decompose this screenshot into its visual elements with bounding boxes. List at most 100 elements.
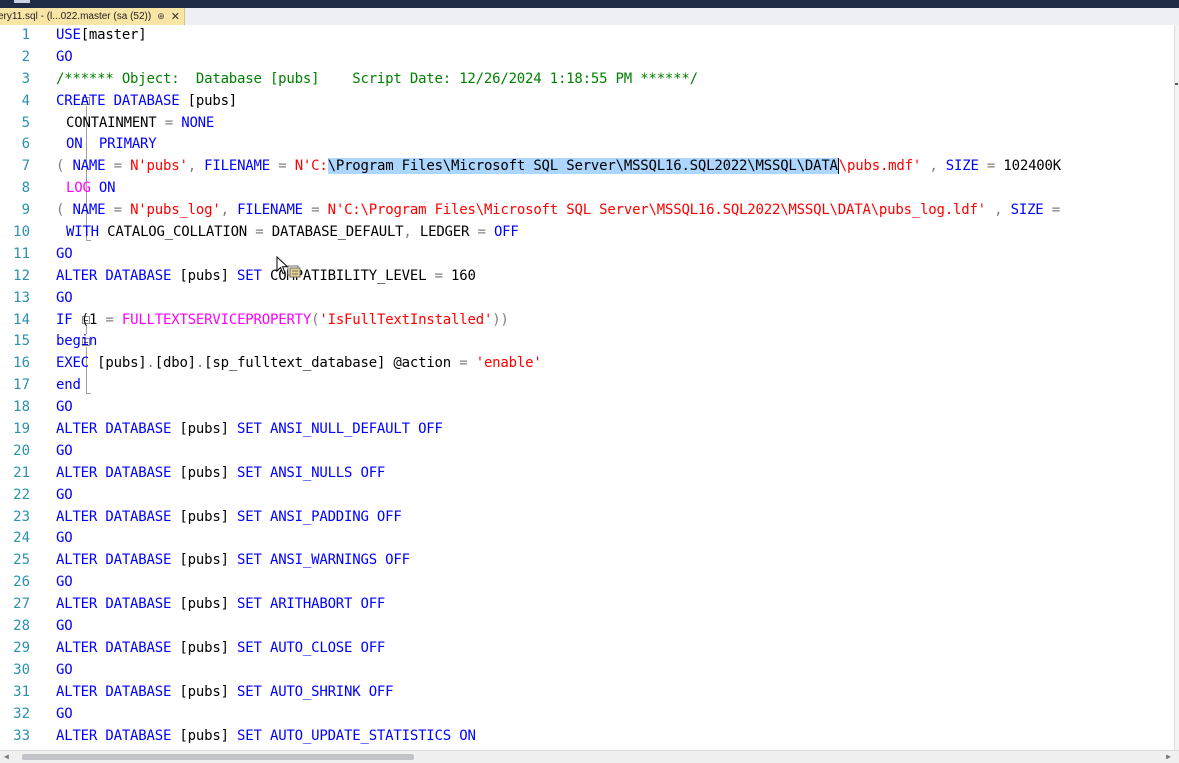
code-line[interactable]: USE[master] bbox=[56, 25, 1179, 47]
line-number: 5 bbox=[21, 114, 30, 131]
code-token: GO bbox=[56, 661, 73, 678]
line-number: 19 bbox=[13, 421, 30, 438]
code-line[interactable]: CONTAINMENT = NONE bbox=[56, 113, 1179, 135]
query-editor[interactable]: 1 2 3 4 5 6 7 8 9 10 11 12 13 14 15 16 17 18 19 20 21 22 23 24 2… bbox=[0, 25, 1179, 750]
line-number: 9 bbox=[21, 202, 30, 219]
code-token: 1 bbox=[88, 311, 106, 328]
code-line[interactable]: ALTER DATABASE [pubs] SET COMPATIBILITY_… bbox=[56, 266, 1179, 288]
line-number: 28 bbox=[13, 618, 30, 635]
code-line[interactable]: GO bbox=[56, 441, 1179, 463]
code-line[interactable]: CREATE DATABASE [pubs] bbox=[56, 91, 1179, 113]
code-token: = bbox=[477, 224, 486, 241]
code-line[interactable]: ON PRIMARY bbox=[56, 134, 1179, 156]
code-token: = bbox=[105, 202, 131, 219]
code-line[interactable]: GO bbox=[56, 397, 1179, 419]
code-token: NAME bbox=[72, 158, 106, 175]
pin-icon[interactable]: ⊕ bbox=[157, 11, 165, 22]
line-number: 25 bbox=[13, 552, 30, 569]
code-token: end bbox=[56, 377, 81, 394]
code-token: , bbox=[403, 224, 420, 241]
code-line[interactable]: GO bbox=[56, 660, 1179, 682]
code-token: N'C:\Program Files\Microsoft SQL Server\… bbox=[327, 202, 987, 219]
code-token: = bbox=[164, 114, 173, 131]
code-token: 102400K bbox=[1003, 158, 1061, 175]
line-number: 20 bbox=[13, 442, 30, 459]
outline-margin bbox=[38, 25, 91, 750]
line-number: 2 bbox=[21, 48, 30, 65]
code-token: N'pubs' bbox=[130, 158, 188, 175]
code-line[interactable]: IF (1 = FULLTEXTSERVICEPROPERTY('IsFullT… bbox=[56, 310, 1179, 332]
code-line[interactable]: WITH CATALOG_COLLATION = DATABASE_DEFAUL… bbox=[56, 222, 1179, 244]
close-icon[interactable]: ✕ bbox=[171, 10, 180, 23]
code-line[interactable]: GO bbox=[56, 244, 1179, 266]
code-token: = bbox=[302, 202, 328, 219]
horizontal-scroll-thumb[interactable] bbox=[22, 754, 414, 760]
code-line[interactable]: GO bbox=[56, 528, 1179, 550]
code-token: begin bbox=[56, 333, 98, 350]
code-line[interactable]: end bbox=[56, 375, 1179, 397]
code-token: N'pubs_log' bbox=[130, 202, 221, 219]
vertical-scrollbar[interactable] bbox=[1174, 25, 1179, 750]
line-number: 33 bbox=[13, 727, 30, 744]
document-tab-strip: ery11.sql - (l...022.master (sa (52)) ⊕ … bbox=[0, 8, 1179, 26]
code-token: [pubs] bbox=[171, 421, 238, 438]
code-token: CREATE DATABASE bbox=[56, 92, 180, 109]
code-token: CATALOG_COLLATION bbox=[98, 224, 256, 241]
line-number: 11 bbox=[13, 245, 30, 262]
code-token: , bbox=[187, 158, 205, 175]
code-token: ALTER DATABASE bbox=[56, 639, 172, 656]
code-line[interactable]: begin bbox=[56, 331, 1179, 353]
code-token: . bbox=[195, 355, 205, 372]
code-line[interactable]: ( NAME = N'pubs_log', FILENAME = N'C:\Pr… bbox=[56, 200, 1179, 222]
code-line[interactable]: GO bbox=[56, 704, 1179, 726]
code-line[interactable]: GO bbox=[56, 47, 1179, 69]
code-line[interactable]: ALTER DATABASE [pubs] SET AUTO_SHRINK OF… bbox=[56, 682, 1179, 704]
code-token: ALTER DATABASE bbox=[56, 421, 172, 438]
scroll-right-icon[interactable]: ▶ bbox=[1166, 752, 1171, 761]
code-area[interactable]: USE[master] GO/****** Object: Database [p… bbox=[56, 25, 1179, 750]
scroll-left-icon[interactable]: ◀ bbox=[4, 752, 9, 761]
code-token: [master] bbox=[80, 27, 147, 43]
code-token: SET ANSI_PADDING OFF bbox=[237, 508, 402, 525]
code-token: GO bbox=[56, 530, 73, 547]
code-token: , bbox=[985, 202, 1011, 219]
code-token: = bbox=[255, 224, 264, 241]
code-line[interactable]: GO bbox=[56, 288, 1179, 310]
line-number: 26 bbox=[13, 574, 30, 591]
code-token: GO bbox=[56, 289, 73, 306]
line-number: 18 bbox=[13, 399, 30, 416]
code-line[interactable]: ALTER DATABASE [pubs] SET AUTO_CLOSE OFF bbox=[56, 638, 1179, 660]
code-token: SET bbox=[237, 267, 270, 284]
selected-text: \Program Files\Microsoft SQL Server\MSSQ… bbox=[327, 158, 838, 175]
code-token: = bbox=[434, 267, 443, 284]
code-token: . bbox=[146, 355, 155, 372]
code-line[interactable]: ALTER DATABASE [pubs] SET ANSI_NULLS OFF bbox=[56, 463, 1179, 485]
code-token: [pubs] bbox=[88, 355, 147, 372]
line-number: 30 bbox=[13, 661, 30, 678]
code-line[interactable]: GO bbox=[56, 616, 1179, 638]
code-token: FULLTEXTSERVICEPROPERTY bbox=[113, 311, 312, 328]
code-line[interactable]: EXEC [pubs].[dbo].[sp_fulltext_database]… bbox=[56, 353, 1179, 375]
line-number: 27 bbox=[13, 596, 30, 613]
code-line[interactable]: ALTER DATABASE [pubs] SET ANSI_WARNINGS … bbox=[56, 550, 1179, 572]
code-line[interactable]: ALTER DATABASE [pubs] SET ARITHABORT OFF bbox=[56, 594, 1179, 616]
code-token: ON bbox=[90, 180, 116, 197]
code-line[interactable]: LOG ON bbox=[56, 178, 1179, 200]
code-line[interactable]: /****** Object: Database [pubs] Script D… bbox=[56, 69, 1179, 91]
horizontal-scrollbar[interactable]: ◀ ▶ bbox=[0, 750, 1179, 763]
code-token: = bbox=[978, 158, 1004, 175]
code-token: SET AUTO_UPDATE_STATISTICS ON bbox=[237, 727, 476, 744]
code-token: ALTER DATABASE bbox=[56, 683, 172, 700]
code-line[interactable]: ALTER DATABASE [pubs] SET ANSI_PADDING O… bbox=[56, 507, 1179, 529]
tab-query-file[interactable]: ery11.sql - (l...022.master (sa (52)) ⊕ … bbox=[0, 8, 185, 25]
code-line[interactable]: ( NAME = N'pubs', FILENAME = N'C:\Progra… bbox=[56, 156, 1179, 178]
code-line[interactable]: ALTER DATABASE [pubs] SET AUTO_UPDATE_ST… bbox=[56, 726, 1179, 748]
code-token: [pubs] bbox=[171, 552, 238, 569]
code-line[interactable]: GO bbox=[56, 572, 1179, 594]
line-number: 1 bbox=[21, 27, 30, 43]
line-number: 15 bbox=[13, 333, 30, 350]
code-line[interactable]: GO bbox=[56, 485, 1179, 507]
code-line[interactable]: ALTER DATABASE [pubs] SET ANSI_NULL_DEFA… bbox=[56, 419, 1179, 441]
code-token: , bbox=[921, 158, 946, 175]
code-token: )) bbox=[492, 311, 509, 328]
